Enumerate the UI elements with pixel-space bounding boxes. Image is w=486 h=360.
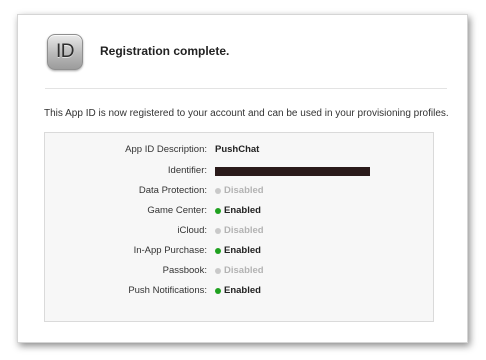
game-center-label: Game Center: — [147, 205, 207, 216]
game-center-status: Enabled — [215, 204, 261, 218]
identifier-redacted-value — [215, 167, 370, 176]
app-id-icon: ID — [47, 34, 83, 70]
passbook-status: Disabled — [215, 264, 264, 278]
data-protection-status-text: Disabled — [224, 185, 264, 196]
status-dot-icon — [215, 268, 221, 274]
detail-row-app-id-description: App ID Description: PushChat — [45, 143, 433, 157]
in-app-purchase-status-text: Enabled — [224, 245, 261, 256]
detail-row-game-center: Game Center: Enabled — [45, 204, 433, 218]
app-id-description-value: PushChat — [215, 144, 260, 155]
status-dot-icon — [215, 208, 221, 214]
passbook-status-text: Disabled — [224, 265, 264, 276]
detail-row-data-protection: Data Protection: Disabled — [45, 184, 433, 198]
in-app-purchase-label: In-App Purchase: — [133, 245, 207, 256]
push-notifications-status-text: Enabled — [224, 285, 261, 296]
app-id-description-label: App ID Description: — [125, 144, 207, 155]
passbook-label: Passbook: — [162, 265, 207, 276]
push-notifications-label: Push Notifications: — [128, 285, 207, 296]
icloud-label: iCloud: — [177, 225, 207, 236]
game-center-status-text: Enabled — [224, 205, 261, 216]
data-protection-label: Data Protection: — [138, 185, 207, 196]
registration-panel: ID Registration complete. This App ID is… — [17, 14, 468, 343]
page: ID Registration complete. This App ID is… — [0, 0, 486, 360]
detail-row-push-notifications: Push Notifications: Enabled — [45, 284, 433, 298]
detail-row-icloud: iCloud: Disabled — [45, 224, 433, 238]
status-dot-icon — [215, 248, 221, 254]
push-notifications-status: Enabled — [215, 284, 261, 298]
header-divider — [45, 88, 447, 89]
identifier-label: Identifier: — [167, 165, 207, 176]
in-app-purchase-status: Enabled — [215, 244, 261, 258]
intro-text: This App ID is now registered to your ac… — [44, 108, 449, 119]
status-dot-icon — [215, 228, 221, 234]
data-protection-status: Disabled — [215, 184, 264, 198]
status-dot-icon — [215, 288, 221, 294]
app-id-icon-text: ID — [56, 41, 75, 62]
detail-row-identifier: Identifier: — [45, 164, 433, 178]
icloud-status-text: Disabled — [224, 225, 264, 236]
page-title: Registration complete. — [100, 44, 230, 58]
icloud-status: Disabled — [215, 224, 264, 238]
detail-row-passbook: Passbook: Disabled — [45, 264, 433, 278]
status-dot-icon — [215, 188, 221, 194]
detail-row-in-app-purchase: In-App Purchase: Enabled — [45, 244, 433, 258]
details-box: App ID Description: PushChat Identifier:… — [44, 132, 434, 322]
